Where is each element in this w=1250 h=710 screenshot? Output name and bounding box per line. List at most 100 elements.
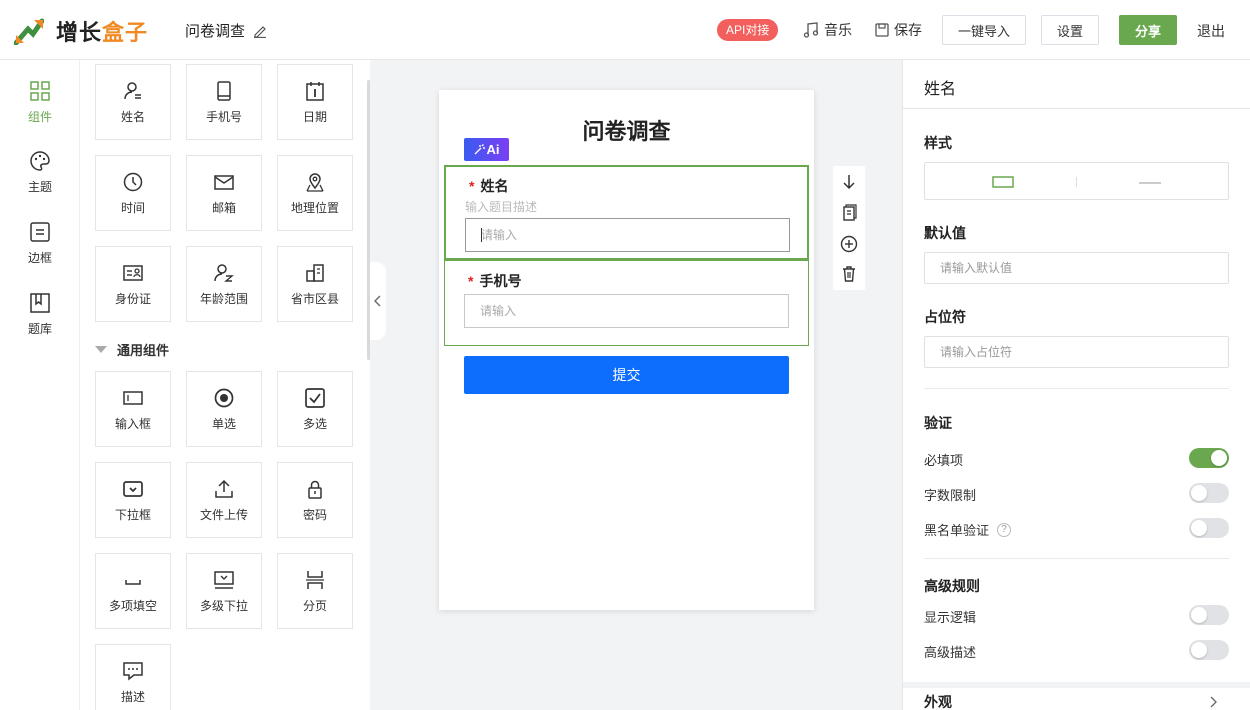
field-label-text: 姓名 — [480, 178, 509, 194]
style-label: 样式 — [924, 135, 952, 151]
radio-icon — [214, 388, 234, 408]
component-radio[interactable]: 单选 — [186, 371, 262, 447]
music-icon — [803, 22, 819, 38]
component-label: 下拉框 — [114, 508, 151, 522]
logo[interactable]: 增长盒子 — [14, 16, 148, 46]
component-label: 单选 — [211, 417, 236, 431]
appearance-label: 外观 — [924, 694, 952, 710]
divider — [924, 558, 1229, 559]
nav-components[interactable]: 组件 — [0, 80, 80, 125]
share-button[interactable]: 分享 — [1119, 15, 1177, 45]
lock-icon — [308, 480, 322, 499]
placeholder-input[interactable]: 请输入占位符 — [924, 336, 1229, 368]
api-badge[interactable]: API对接 — [717, 19, 779, 41]
component-phone[interactable]: 手机号 — [186, 64, 262, 140]
default-value-input[interactable]: 请输入默认值 — [924, 252, 1229, 284]
doc-title[interactable]: 问卷调查 — [185, 20, 267, 41]
component-upload[interactable]: 文件上传 — [186, 462, 262, 538]
move-down-icon[interactable] — [839, 172, 859, 192]
general-section-toggle[interactable]: 通用组件 — [95, 340, 169, 359]
required-asterisk: * — [468, 273, 474, 289]
component-label: 手机号 — [205, 110, 242, 124]
style-box-option-icon[interactable] — [992, 176, 1014, 188]
name-input[interactable]: 请输入 — [465, 218, 790, 252]
nav-label: 题库 — [27, 322, 52, 336]
component-checkbox[interactable]: 多选 — [277, 371, 353, 447]
component-label: 多项填空 — [108, 599, 157, 613]
music-button[interactable]: 音乐 — [802, 20, 852, 40]
form-field-phone[interactable]: * 手机号 请输入 — [444, 260, 809, 346]
required-text: 必填项 — [924, 453, 964, 468]
component-label: 密码 — [302, 508, 327, 522]
display-logic-toggle[interactable] — [1189, 605, 1229, 625]
trash-icon[interactable] — [839, 264, 859, 284]
palette-icon — [30, 151, 50, 171]
collapse-panel-button[interactable] — [370, 262, 386, 340]
style-selector[interactable] — [924, 162, 1229, 200]
nav-label: 主题 — [27, 180, 52, 194]
submit-button[interactable]: 提交 — [464, 356, 789, 394]
component-region[interactable]: 省市区县 — [277, 246, 353, 322]
component-name[interactable]: 姓名 — [95, 64, 171, 140]
component-time[interactable]: 时间 — [95, 155, 171, 231]
toggle-knob — [1191, 642, 1207, 658]
component-input[interactable]: 输入框 — [95, 371, 171, 447]
nav-library[interactable]: 题库 — [0, 292, 80, 337]
toggle-knob — [1191, 485, 1207, 501]
advanced-desc-toggle[interactable] — [1189, 640, 1229, 660]
component-pagination[interactable]: 分页 — [277, 553, 353, 629]
help-icon[interactable]: ? — [997, 522, 1012, 537]
default-value-label: 默认值 — [924, 225, 966, 241]
ai-button[interactable]: Ai — [464, 138, 509, 161]
logout-link[interactable]: 退出 — [1197, 21, 1225, 41]
pagination-icon — [306, 571, 324, 589]
edit-icon[interactable] — [253, 24, 267, 38]
save-label: 保存 — [894, 22, 922, 38]
panel-title: 姓名 — [924, 81, 957, 98]
component-multi-dropdown[interactable]: 多级下拉 — [186, 553, 262, 629]
component-label: 省市区县 — [290, 292, 339, 306]
component-label: 邮箱 — [211, 201, 236, 215]
field-description[interactable]: 输入题目描述 — [465, 198, 537, 215]
location-icon — [306, 173, 324, 192]
display-logic-text: 显示逻辑 — [924, 610, 977, 625]
appearance-section[interactable]: 外观 — [903, 682, 1250, 710]
top-header: 增长盒子 问卷调查 API对接 音乐 保存 一键导入 设置 分享 退出 — [0, 0, 1250, 60]
style-divider — [1076, 177, 1077, 187]
add-circle-icon[interactable] — [839, 234, 859, 254]
blacklist-toggle[interactable] — [1189, 518, 1229, 538]
field-label-text: 手机号 — [479, 273, 522, 289]
component-email[interactable]: 邮箱 — [186, 155, 262, 231]
component-label: 姓名 — [120, 110, 145, 124]
component-label: 地理位置 — [290, 201, 339, 215]
chevron-left-icon — [374, 295, 381, 307]
style-underline-option-icon[interactable] — [1139, 181, 1161, 185]
length-limit-text: 字数限制 — [924, 488, 977, 503]
import-button[interactable]: 一键导入 — [942, 15, 1026, 45]
length-limit-toggle[interactable] — [1189, 483, 1229, 503]
nav-border[interactable]: 边框 — [0, 221, 80, 266]
component-location[interactable]: 地理位置 — [277, 155, 353, 231]
component-age[interactable]: 年龄范围 — [186, 246, 262, 322]
person-icon — [124, 82, 141, 100]
component-idcard[interactable]: 身份证 — [95, 246, 171, 322]
copy-icon[interactable] — [839, 203, 859, 223]
component-password[interactable]: 密码 — [277, 462, 353, 538]
form-field-name[interactable]: * 姓名 输入题目描述 请输入 — [444, 165, 809, 260]
required-toggle[interactable] — [1189, 448, 1229, 468]
save-button[interactable]: 保存 — [874, 20, 922, 40]
component-date[interactable]: 日期 — [277, 64, 353, 140]
settings-button[interactable]: 设置 — [1041, 15, 1099, 45]
field-label: * 手机号 — [468, 271, 521, 291]
nav-theme[interactable]: 主题 — [0, 150, 80, 195]
toggle-knob — [1191, 520, 1207, 536]
component-label: 描述 — [120, 690, 145, 704]
length-limit-row-label: 字数限制 — [924, 485, 976, 504]
component-multi-blank[interactable]: 多项填空 — [95, 553, 171, 629]
phone-input[interactable]: 请输入 — [464, 294, 789, 328]
text-caret — [481, 228, 482, 242]
component-description[interactable]: 描述 — [95, 644, 171, 710]
component-dropdown[interactable]: 下拉框 — [95, 462, 171, 538]
component-panel: 姓名 手机号 日期 时间 邮箱 地理位置 身份证 年龄范围 省市区县 通用组件 — [80, 60, 370, 710]
save-icon — [875, 23, 889, 37]
